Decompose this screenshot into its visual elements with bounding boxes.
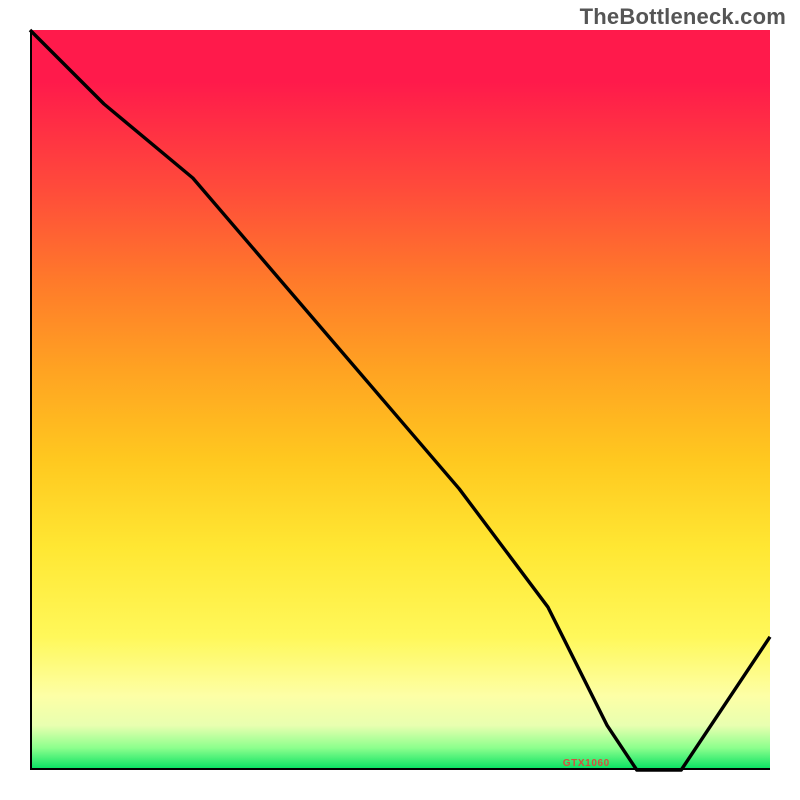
plot-area: GTX1060 — [30, 30, 770, 770]
watermark-text: TheBottleneck.com — [580, 4, 786, 30]
chart-container: TheBottleneck.com GTX1060 — [0, 0, 800, 800]
bottom-annotation: GTX1060 — [563, 758, 610, 769]
curve-path — [30, 30, 770, 770]
bottleneck-curve — [30, 30, 770, 770]
